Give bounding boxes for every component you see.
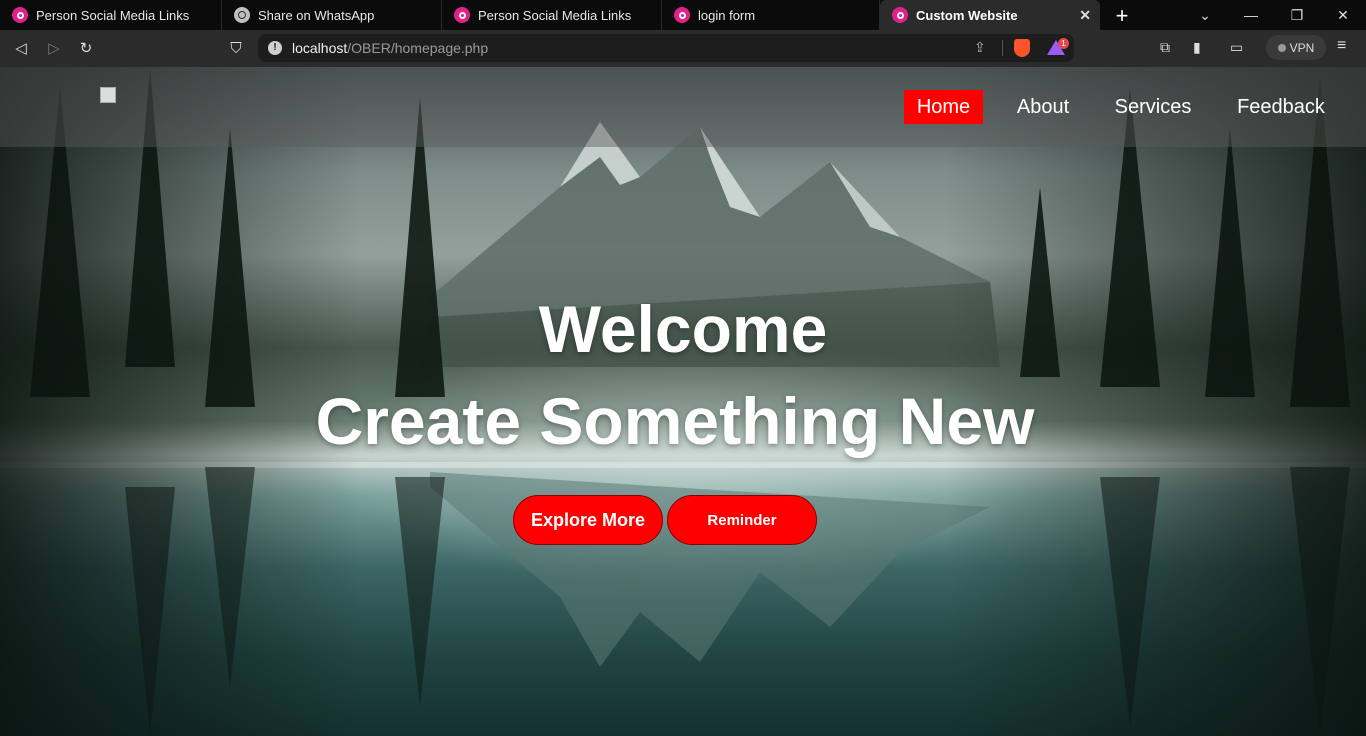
- address-bar[interactable]: ! localhost/OBER/homepage.php ⇪ 1: [258, 34, 1074, 62]
- share-icon[interactable]: ⇪: [974, 39, 986, 56]
- wallet-icon[interactable]: ▭: [1230, 39, 1243, 56]
- close-tab-icon[interactable]: ✕: [1079, 7, 1091, 24]
- rewards-badge: 1: [1058, 38, 1069, 49]
- bookmark-icon[interactable]: ⛉: [227, 39, 245, 57]
- vpn-label: VPN: [1289, 40, 1315, 55]
- tab-title: Person Social Media Links: [478, 7, 632, 23]
- vpn-status-icon: [1277, 43, 1286, 52]
- tab-title: login form: [698, 7, 756, 23]
- back-icon[interactable]: ◁: [12, 39, 30, 57]
- app-icon: [12, 7, 28, 23]
- tab-person-social-media-links-2[interactable]: Person Social Media Links: [442, 0, 662, 30]
- sidebar-icon[interactable]: ▮: [1193, 39, 1201, 56]
- tab-person-social-media-links[interactable]: Person Social Media Links: [0, 0, 222, 30]
- hero-welcome: Welcome: [538, 292, 828, 366]
- tab-strip: Person Social Media Links Share on Whats…: [0, 0, 1366, 30]
- app-icon: [454, 7, 470, 23]
- tab-title: Share on WhatsApp: [258, 7, 375, 23]
- divider: [1002, 40, 1003, 56]
- site-logo[interactable]: [100, 87, 116, 103]
- hero-tagline: Create Something New: [315, 384, 1035, 458]
- browser-toolbar: ◁ ▷ ↻ ⛉ ! localhost/OBER/homepage.php ⇪ …: [0, 30, 1366, 68]
- page-viewport: Home About Services Feedback Welcome Cre…: [0, 67, 1366, 736]
- new-tab-button[interactable]: +: [1112, 3, 1132, 29]
- tab-title: Custom Website: [916, 7, 1018, 23]
- minimize-icon[interactable]: —: [1228, 0, 1274, 30]
- forward-icon[interactable]: ▷: [45, 39, 63, 57]
- tab-title: Person Social Media Links: [36, 7, 190, 23]
- reload-icon[interactable]: ↻: [77, 39, 95, 57]
- vpn-button[interactable]: VPN: [1266, 35, 1326, 60]
- tab-share-on-whatsapp[interactable]: Share on WhatsApp: [222, 0, 442, 30]
- explore-more-button[interactable]: Explore More: [513, 495, 663, 545]
- tab-login-form[interactable]: login form: [662, 0, 880, 30]
- brave-shields-icon[interactable]: [1014, 39, 1030, 57]
- url-text: localhost/OBER/homepage.php: [292, 40, 489, 56]
- site-info-icon[interactable]: !: [268, 41, 282, 55]
- app-icon: [892, 7, 908, 23]
- tab-search-chevron-icon[interactable]: ⌄: [1182, 0, 1228, 30]
- globe-icon: [234, 7, 250, 23]
- restore-icon[interactable]: ❐: [1274, 0, 1320, 30]
- close-window-icon[interactable]: ✕: [1320, 0, 1366, 30]
- menu-icon[interactable]: ≡: [1337, 37, 1346, 55]
- site-navbar: Home About Services Feedback: [0, 67, 1366, 147]
- tab-custom-website[interactable]: Custom Website ✕: [880, 0, 1100, 30]
- nav-feedback[interactable]: Feedback: [1232, 90, 1330, 124]
- extensions-icon[interactable]: ⧉: [1160, 39, 1170, 56]
- nav-services[interactable]: Services: [1110, 90, 1196, 124]
- nav-home[interactable]: Home: [904, 90, 983, 124]
- reminder-button[interactable]: Reminder: [667, 495, 817, 545]
- nav-about[interactable]: About: [1008, 90, 1078, 124]
- app-icon: [674, 7, 690, 23]
